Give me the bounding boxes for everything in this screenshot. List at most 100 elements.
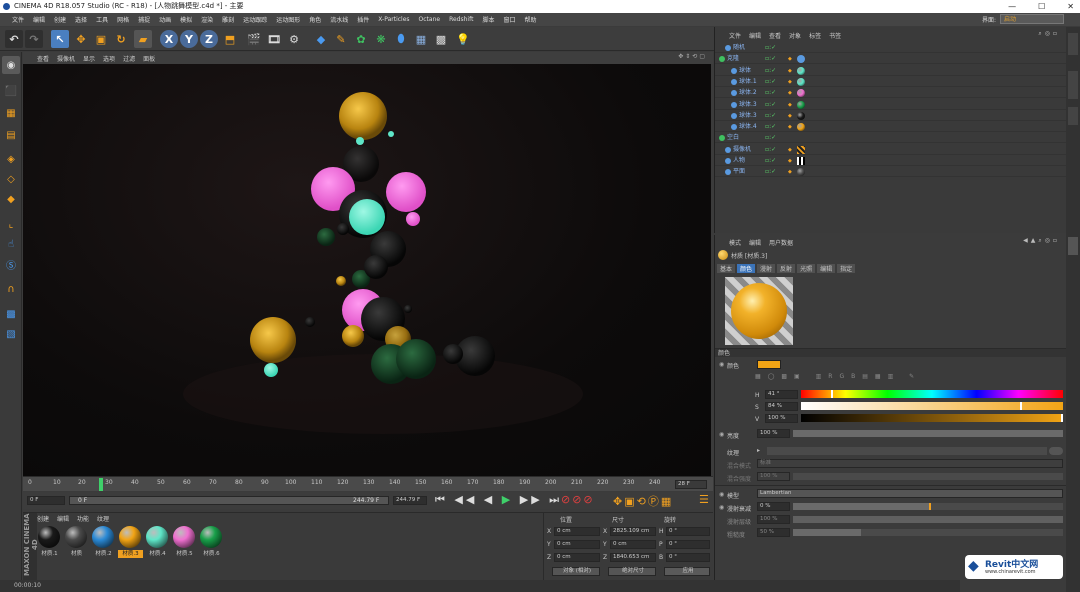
side-tab-objects[interactable] [1068, 33, 1078, 55]
undo-icon[interactable]: ↶ [5, 30, 23, 48]
visibility-check-icon[interactable]: ▫:✓ [765, 156, 776, 166]
tweak-mode-icon[interactable]: ☝ [2, 235, 20, 253]
texture-slot[interactable] [767, 447, 1047, 455]
material-slot[interactable]: 材质.1 [37, 525, 62, 561]
menu-pipeline[interactable]: 流水线 [330, 15, 348, 24]
material-tag-icon[interactable] [797, 157, 805, 165]
start-frame-field[interactable]: 0 F [27, 496, 65, 505]
side-tab-content-browser[interactable] [1068, 71, 1078, 99]
visibility-check-icon[interactable]: ▫:✓ [765, 54, 776, 64]
timeline-ruler[interactable]: 0 10 20 30 40 50 60 70 80 90 100 110 120… [23, 476, 713, 491]
diffuse-level-field[interactable]: 100 % [757, 515, 790, 524]
visibility-check-icon[interactable]: ▫:✓ [765, 133, 776, 143]
menu-animate[interactable]: 动画 [159, 15, 171, 24]
material-slot[interactable]: 材质.6 [199, 525, 224, 561]
material-tag-icon[interactable] [797, 89, 805, 98]
lock-workplane-icon[interactable]: ▩ [2, 305, 20, 323]
hue-slider-handle[interactable] [831, 390, 833, 398]
material-tag-icon[interactable] [797, 100, 805, 109]
phong-tag-icon[interactable]: ◆ [788, 88, 792, 98]
object-row[interactable]: 球体 ▫:✓ ◆ [715, 66, 1067, 76]
render-view-icon[interactable]: 🎬 [245, 30, 263, 48]
recent-tool-icon[interactable]: ▰ [134, 30, 152, 48]
coord-mode-select[interactable]: 对象 (相对) [552, 567, 600, 576]
menu-simulate[interactable]: 模拟 [180, 15, 192, 24]
brightness-field[interactable]: 100 % [757, 429, 790, 438]
side-tab-layers[interactable] [1068, 107, 1078, 125]
edges-mode-icon[interactable]: ◇ [2, 170, 20, 188]
object-row[interactable]: 球体.1 ▫:✓ ◆ [715, 77, 1067, 87]
object-row[interactable]: 人物 ▫:✓ ◆ [715, 156, 1067, 166]
deformer-icon[interactable]: ⬮ [392, 30, 410, 48]
close-button[interactable]: ✕ [1067, 0, 1074, 13]
magnet-icon[interactable]: ∩ [2, 280, 20, 298]
tab-editor[interactable]: 编辑 [817, 264, 836, 273]
model-radio-icon[interactable]: ◉ [719, 491, 724, 498]
rotation-p-field[interactable]: 0 ° [666, 540, 710, 549]
material-tag-icon[interactable] [797, 111, 805, 120]
cloner-icon[interactable]: ❋ [372, 30, 390, 48]
roughness-slider[interactable] [793, 529, 1063, 536]
object-row[interactable]: 克隆 ▫:✓ ◆ [715, 54, 1067, 65]
cube-icon[interactable]: ◆ [312, 30, 330, 48]
end-frame-field[interactable]: 244.79 F [393, 496, 427, 505]
viewport-menu-display[interactable]: 显示 [83, 54, 95, 63]
menu-file[interactable]: 文件 [12, 15, 24, 24]
range-slider[interactable] [69, 496, 389, 505]
diffuse-falloff-slider[interactable] [793, 503, 1063, 510]
tab-basic[interactable]: 基本 [717, 264, 736, 273]
object-row[interactable]: 球体.3 ▫:✓ ◆ [715, 100, 1067, 110]
obj-menu-tag[interactable]: 标签 [809, 31, 821, 40]
attr-menu-userdata[interactable]: 用户数据 [769, 238, 793, 247]
visibility-check-icon[interactable]: ▫:✓ [765, 100, 776, 110]
saturation-slider-handle[interactable] [1020, 402, 1022, 410]
position-z-field[interactable]: 0 cm [554, 553, 600, 562]
viewport-menu-camera[interactable]: 摄像机 [57, 54, 75, 63]
menu-xparticles[interactable]: X-Particles [378, 16, 409, 23]
menu-script[interactable]: 脚本 [482, 15, 494, 24]
phong-tag-icon[interactable]: ◆ [788, 156, 792, 166]
workplane-mode-icon[interactable]: ▤ [2, 126, 20, 144]
tab-illumination[interactable]: 光照 [797, 264, 816, 273]
snap-icon[interactable]: Ⓢ [2, 255, 20, 273]
visibility-check-icon[interactable]: ▫:✓ [765, 66, 776, 76]
minimize-button[interactable]: — [1008, 0, 1016, 13]
obj-menu-object[interactable]: 对象 [789, 31, 801, 40]
material-tag-icon[interactable] [797, 77, 805, 86]
z-axis-icon[interactable]: Z [200, 30, 218, 48]
tab-diffuse[interactable]: 漫射 [757, 264, 776, 273]
playback-controls[interactable]: ⏮ ◀◀ ◀ ▶ ▶▶ ⏭ [435, 493, 562, 507]
diffuse-falloff-radio-icon[interactable]: ◉ [719, 504, 724, 511]
menu-sculpt[interactable]: 雕刻 [222, 15, 234, 24]
pen-icon[interactable]: ✎ [332, 30, 350, 48]
object-row[interactable]: 摄像机 ▫:✓ ◆ [715, 145, 1067, 155]
menu-tools[interactable]: 工具 [96, 15, 108, 24]
model-mode-icon[interactable]: ⬛ [2, 82, 20, 100]
floor-icon[interactable]: ▦ [412, 30, 430, 48]
attr-nav-icons[interactable]: ◀▲⌕◎▫ [1023, 237, 1060, 245]
size-y-field[interactable]: 0 cm [610, 540, 656, 549]
material-slot[interactable]: 材质.2 [91, 525, 116, 561]
menu-window[interactable]: 窗口 [503, 15, 515, 24]
viewport[interactable] [23, 64, 711, 476]
tab-reflectance[interactable]: 反射 [777, 264, 796, 273]
render-picture-viewer-icon[interactable]: 🎞 [265, 30, 283, 48]
apply-button[interactable]: 应用 [664, 567, 710, 576]
viewport-menu-options[interactable]: 选项 [103, 54, 115, 63]
object-row[interactable]: 球体.4 ▫:✓ ◆ [715, 122, 1067, 133]
object-row[interactable]: 球体.2 ▫:✓ ◆ [715, 88, 1067, 99]
texture-arrow-icon[interactable]: ▸ [757, 447, 760, 454]
rotation-h-field[interactable]: 0 ° [666, 527, 710, 536]
material-tag-icon[interactable] [797, 168, 805, 177]
material-tag-icon[interactable] [797, 55, 805, 64]
phong-tag-icon[interactable]: ◆ [788, 145, 792, 155]
brightness-radio-icon[interactable]: ◉ [719, 431, 724, 438]
mix-strength-field[interactable]: 100 % [757, 472, 790, 481]
obj-menu-bookmark[interactable]: 书签 [829, 31, 841, 40]
visibility-check-icon[interactable]: ▫:✓ [765, 145, 776, 155]
visibility-check-icon[interactable]: ▫:✓ [765, 77, 776, 87]
s-field[interactable]: 84 % [765, 402, 798, 411]
scale-icon[interactable]: ▣ [92, 30, 110, 48]
menu-motion-tracker[interactable]: 运动跟踪 [243, 15, 267, 24]
record-keys-icon[interactable]: ⊘⊘⊘ [561, 493, 595, 506]
